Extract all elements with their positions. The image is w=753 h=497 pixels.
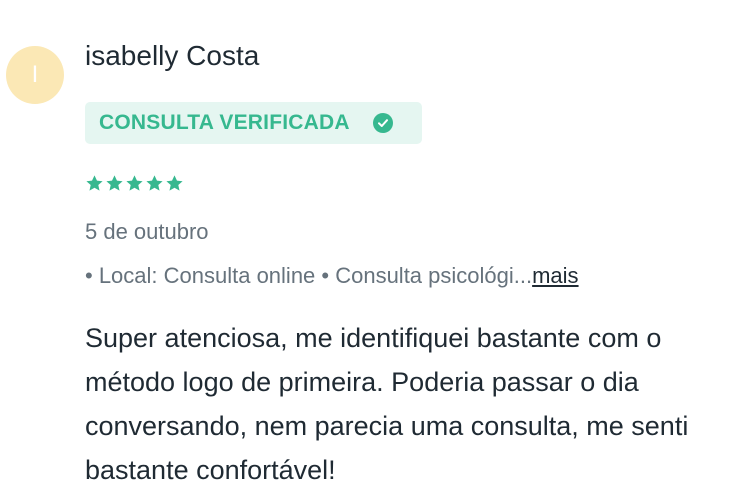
review-text: Super atenciosa, me identifiquei bastant…	[85, 323, 689, 485]
more-link[interactable]: mais	[532, 263, 578, 288]
star-icon	[86, 175, 103, 191]
star-icon	[126, 175, 143, 191]
reviewer-name: isabelly Costa	[85, 40, 260, 71]
star-icon	[106, 175, 123, 191]
star-rating	[85, 174, 184, 193]
verified-badge-label: CONSULTA VERIFICADA	[99, 111, 350, 134]
avatar: I	[6, 46, 64, 104]
meta-details: • Local: Consulta online • Consulta psic…	[85, 263, 533, 288]
star-icon	[166, 175, 183, 191]
star-icon	[146, 175, 163, 191]
review-date: 5 de outubro	[85, 219, 209, 244]
verified-badge: CONSULTA VERIFICADA	[85, 102, 422, 144]
review-meta: • Local: Consulta online • Consulta psic…	[85, 263, 579, 289]
check-circle-icon	[372, 113, 393, 133]
